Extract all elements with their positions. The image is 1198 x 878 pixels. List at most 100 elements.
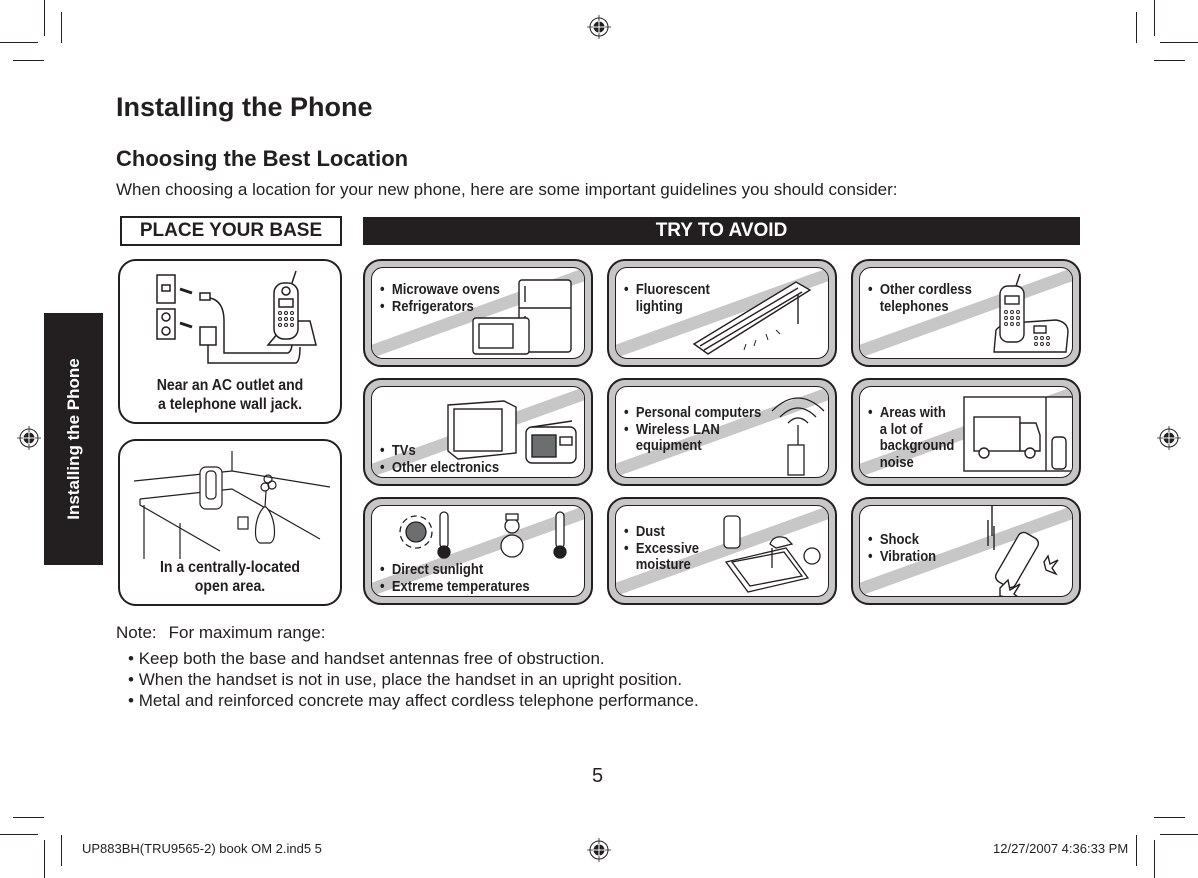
cordless-phone-illustration: [993, 273, 1069, 353]
crop-mark: [1154, 817, 1185, 818]
avoid-item-continuation: a lot of: [879, 421, 923, 438]
print-slug-file: UP883BH(TRU9565-2) book OM 2.ind5 5: [82, 841, 322, 856]
avoid-item: Microwave ovens: [380, 282, 500, 299]
try-to-avoid-header-label: TRY TO AVOID: [655, 220, 788, 241]
avoid-panel-inner: Microwave ovens Refrigerators: [371, 267, 585, 359]
crop-mark: [61, 12, 62, 43]
note-bullet: Metal and reinforced concrete may affect…: [128, 690, 699, 711]
avoid-item-continuation: moisture: [635, 557, 691, 573]
note-bullet-list: Keep both the base and handset antennas …: [128, 648, 699, 711]
note-label: Note:: [116, 623, 157, 642]
page-title: Installing the Phone: [116, 92, 373, 122]
falling-phone-illustration: [987, 506, 1059, 596]
avoid-panel-computers: Personal computers Wireless LAN equipmen…: [607, 378, 837, 486]
avoid-list: Fluorescent lighting: [624, 282, 710, 315]
avoid-item: Fluorescent: [624, 282, 710, 299]
avoid-item: Wireless LAN: [624, 422, 761, 439]
avoid-panel-microwave: Microwave ovens Refrigerators: [363, 259, 593, 367]
intro-text: When choosing a location for your new ph…: [116, 180, 898, 199]
avoid-panel-fluorescent: Fluorescent lighting: [607, 259, 837, 367]
avoid-panel-background-noise: Areas with a lot of background noise: [851, 378, 1081, 486]
phone-base-wall-jack-illustration: [156, 270, 317, 364]
crop-mark: [44, 0, 45, 36]
registration-mark-icon: [587, 15, 611, 39]
avoid-item: Shock: [868, 532, 936, 549]
sun-thermometer-snowman-illustration: [399, 511, 567, 559]
side-tab-label: Installing the Phone: [63, 358, 83, 520]
print-slug-timestamp: 12/27/2007 4:36:33 PM: [993, 841, 1129, 856]
caption-line: Near an AC outlet and: [156, 377, 304, 394]
crop-mark: [13, 817, 44, 818]
base-panel-wall-jack: Near an AC outlet and a telephone wall j…: [118, 259, 342, 424]
caption-line: In a centrally-located: [159, 559, 301, 576]
avoid-item: Areas with: [868, 405, 954, 422]
avoid-panel-inner: Areas with a lot of background noise: [859, 386, 1073, 478]
note-bullet: When the handset is not in use, place th…: [128, 669, 699, 690]
avoid-item: Personal computers: [624, 405, 761, 422]
try-to-avoid-header: TRY TO AVOID: [363, 217, 1080, 245]
registration-mark-icon: [587, 838, 611, 862]
avoid-list: Shock Vibration: [868, 532, 936, 565]
base-panel-open-area: In a centrally-located open area.: [118, 439, 342, 606]
avoid-panel-shock: Shock Vibration: [851, 497, 1081, 605]
avoid-item: Other cordless: [868, 282, 972, 299]
avoid-panel-inner: Dust Excessive moisture: [615, 505, 829, 597]
crop-mark: [1154, 60, 1185, 61]
crop-mark: [1160, 834, 1198, 835]
crop-mark: [1136, 835, 1137, 866]
phone-on-table-illustration: [133, 451, 331, 559]
avoid-panel-inner: TVs Other electronics: [371, 386, 585, 478]
avoid-item: Refrigerators: [380, 299, 500, 316]
avoid-item: TVs: [380, 443, 499, 460]
avoid-panel-temperature: Direct sunlight Extreme temperatures: [363, 497, 593, 605]
caption-line: open area.: [194, 578, 266, 595]
avoid-list: Microwave ovens Refrigerators: [380, 282, 500, 315]
avoid-panel-cordless-phones: Other cordless telephones: [851, 259, 1081, 367]
page-number: 5: [592, 765, 604, 787]
wireless-router-illustration: [771, 397, 825, 476]
crop-mark: [1160, 42, 1198, 43]
avoid-item: Vibration: [868, 549, 936, 566]
registration-mark-icon: [17, 426, 41, 450]
avoid-list: Direct sunlight Extreme temperatures: [380, 562, 530, 595]
crop-mark: [1136, 12, 1137, 43]
avoid-item: Excessive: [624, 541, 699, 558]
crop-mark: [13, 60, 44, 61]
truck-window-illustration: [963, 396, 1072, 472]
crop-mark: [1154, 840, 1155, 878]
avoid-item: Other electronics: [380, 460, 499, 477]
crop-mark: [1154, 0, 1155, 36]
place-your-base-header: PLACE YOUR BASE: [120, 216, 342, 246]
avoid-panel-inner: Shock Vibration: [859, 505, 1073, 597]
note: Note: For maximum range:: [116, 623, 325, 643]
base-panel-caption: Near an AC outlet and a telephone wall j…: [133, 376, 327, 414]
crop-mark: [0, 834, 38, 835]
avoid-list: Other cordless telephones: [868, 282, 972, 315]
avoid-item-continuation: equipment: [635, 438, 702, 454]
place-your-base-header-label: PLACE YOUR BASE: [139, 220, 323, 241]
section-title: Choosing the Best Location: [116, 146, 409, 171]
avoid-panel-inner: Direct sunlight Extreme temperatures: [371, 505, 585, 597]
avoid-list: Dust Excessive moisture: [624, 524, 699, 574]
side-section-tab: Installing the Phone: [44, 313, 103, 565]
avoid-item: Dust: [624, 524, 699, 541]
avoid-list: TVs Other electronics: [380, 443, 499, 476]
avoid-item-continuation: telephones: [879, 298, 949, 315]
avoid-panel-moisture: Dust Excessive moisture: [607, 497, 837, 605]
avoid-item-continuation: background: [879, 438, 955, 454]
avoid-item: Direct sunlight: [380, 562, 530, 579]
base-panel-caption: In a centrally-located open area.: [133, 558, 327, 596]
avoid-list: Personal computers Wireless LAN equipmen…: [624, 405, 762, 455]
crop-mark: [0, 42, 38, 43]
note-bullet: Keep both the base and handset antennas …: [128, 648, 699, 669]
avoid-panel-inner: Fluorescent lighting: [615, 267, 829, 359]
avoid-item: Extreme temperatures: [380, 579, 530, 596]
caption-line: a telephone wall jack.: [158, 396, 302, 413]
avoid-panel-inner: Personal computers Wireless LAN equipmen…: [615, 386, 829, 478]
note-text: For maximum range:: [168, 623, 326, 642]
sink-water-illustration: [723, 515, 821, 593]
avoid-panel-inner: Other cordless telephones: [859, 267, 1073, 359]
avoid-panel-electronics: TVs Other electronics: [363, 378, 593, 486]
avoid-list: Areas with a lot of background noise: [868, 405, 955, 471]
crop-mark: [44, 840, 45, 878]
